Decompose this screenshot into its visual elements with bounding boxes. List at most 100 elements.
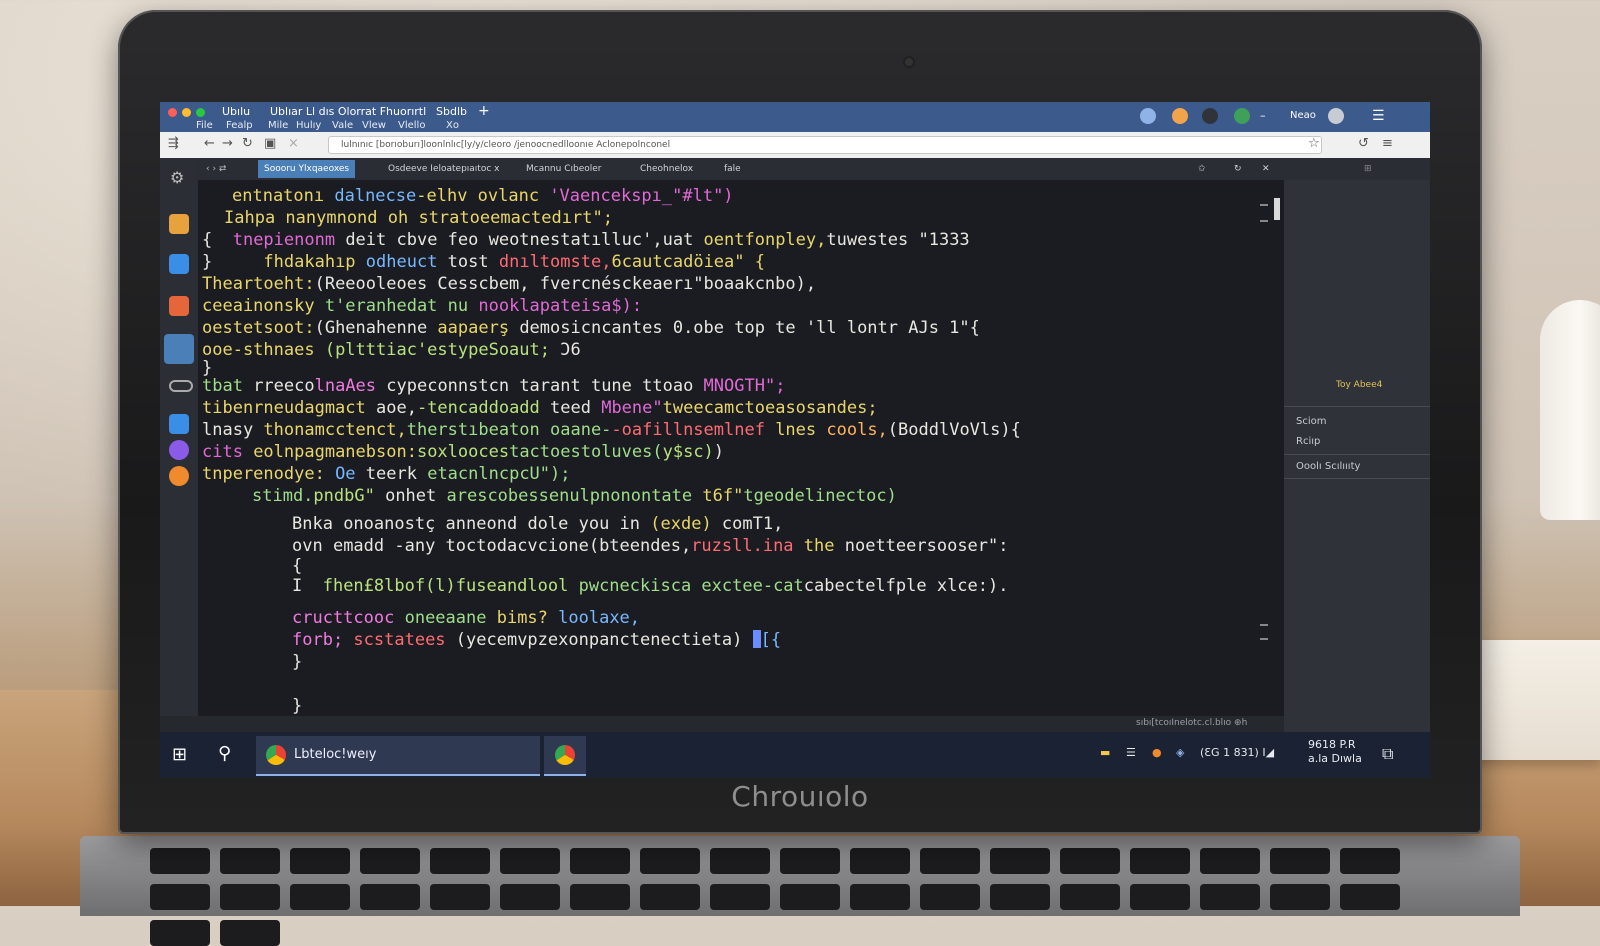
panel-item-3[interactable]: Ooolı Scılıııty [1296,461,1360,472]
code-line[interactable]: cits eolnpagmanebson:soxloocestactoestol… [202,442,724,462]
back-icon[interactable]: ← [204,136,215,151]
sync-icon[interactable] [1234,108,1250,124]
code-line[interactable]: Iahpa nanymnond oh stratoeemactedırt"; [224,208,613,228]
panel-item-2[interactable]: Rciıp [1296,436,1320,447]
menu-help[interactable]: Fealp [226,120,253,131]
menu-xo[interactable]: Xo [446,120,459,131]
code-line[interactable]: forb; scstatees (yecemvpzexonpanctenecti… [292,630,781,650]
code-token: oestetsoot: [202,318,315,338]
list-tray-icon[interactable]: ☰ [1126,746,1136,759]
pin-icon[interactable]: ✩ [1192,160,1212,178]
reload-icon[interactable]: ↻ [242,136,253,151]
tab-2[interactable]: Osdeeve Ieloatepıaıtoc x [382,160,505,178]
extension-icon[interactable] [1140,108,1156,124]
taskbar-browser-app[interactable]: Lbteloc!weıy [256,736,540,776]
code-token: tost [447,252,499,272]
tab-nav-arrows[interactable]: ‹ › ⇄ [200,160,232,178]
notification-icon[interactable]: ⧉ [1382,744,1393,764]
taskbar: ⊞ ⚲ Lbteloc!weıy ▬ ☰ ● ◈ (ƐG 1 831) I◢ 9… [160,732,1430,778]
code-line[interactable]: } [292,652,302,672]
window-tab-2[interactable]: Ublıar Ll dıs Olorrat Fhuorırtl [270,105,426,118]
home-icon[interactable]: ▣ [264,136,276,151]
accounts-icon[interactable] [169,466,189,486]
refresh-icon[interactable] [169,414,189,434]
git-icon[interactable] [164,334,194,364]
settings-icon[interactable]: ⚙ [170,168,184,187]
code-line[interactable]: cructtcooc oneeaane bims? loolaxe, [292,608,640,628]
extension-circle-icon[interactable] [169,440,189,460]
menu-hully[interactable]: Hulıy [296,120,321,131]
user-name[interactable]: Neao [1290,110,1316,121]
menu-vlello[interactable]: Vlello [398,120,425,131]
search-icon[interactable]: ⚲ [218,743,231,764]
code-line[interactable]: } [292,696,302,716]
new-tab-button[interactable]: + [478,103,490,119]
package-icon[interactable] [169,296,189,316]
code-line[interactable]: stimd.pndbG" onhet arescobessenulpnonont… [252,486,897,506]
panel-item-1[interactable]: Sciom [1296,416,1326,427]
tab-4[interactable]: Cheohnelox [634,160,699,178]
maximize-window-icon[interactable] [196,108,205,117]
chat-icon[interactable] [1202,108,1218,124]
close-window-icon[interactable] [168,108,177,117]
close-tab-icon[interactable]: ✕ [1256,160,1276,178]
code-token: ) [713,442,725,462]
network-tray-icon[interactable]: ◈ [1176,746,1184,759]
code-line[interactable]: } [202,358,212,378]
url-input[interactable]: lulnınıc [borıoburı]loonlnlıc[ly/y/cleor… [328,136,1322,154]
vase [1540,300,1600,520]
close-icon[interactable]: × [288,136,299,151]
hamburger-icon[interactable]: ≡ [1382,136,1393,151]
code-line[interactable]: Theartoeht:(Reeooleoes Cesscbem, fvercné… [202,274,816,294]
code-line[interactable]: lnasy thonamcctenct,therstıbeaton oaane-… [202,420,1021,440]
code-line[interactable]: I fhen£8lbof(l)fuseandlool pwcneckisca e… [292,576,1008,596]
code-line[interactable]: Bnka onoanostç anneond dole you in (exde… [292,514,783,534]
clock[interactable]: 9618 P.R a.la Dıwla [1308,738,1362,766]
code-line[interactable]: { tnepienonm deit cbve feo weotnestatıll… [202,230,970,250]
code-line[interactable]: { [292,556,302,576]
code-line[interactable]: tnperenodye: Oe teerk etacnlncpcU"); [202,464,571,484]
bookmark-star-icon[interactable]: ☆ [1308,136,1320,151]
window-tab-1[interactable]: Ubılu [222,105,250,118]
scrollbar-thumb[interactable] [1274,198,1280,220]
forward-icon[interactable]: → [222,136,233,151]
window-tab-3[interactable]: Sbdlb [436,105,467,118]
profile-icon[interactable] [1172,108,1188,124]
tray-status-text[interactable]: (ƐG 1 831) I◢ [1200,746,1274,759]
app-tray-icon[interactable]: ● [1152,746,1162,759]
cloud-icon[interactable] [169,380,193,392]
taskbar-chrome-pinned[interactable] [544,736,586,776]
menu-view[interactable]: Vlew [362,120,386,131]
code-editor[interactable]: entnatonı dalnecse-elhv ovlanc 'Vaenceks… [198,180,1284,732]
menu-vale[interactable]: Vale [332,120,353,131]
code-line[interactable]: ceeainonsky t'eranhedat nu nooklapateisa… [202,296,642,316]
sidebar-toggle-icon[interactable]: ⇶ [168,136,179,151]
code-line[interactable]: oestetsoot:(Ghenahenne aapaerş demosicnc… [202,318,980,338]
code-token: dnıltomste, [498,252,612,272]
split-icon[interactable]: ↻ [1228,160,1248,178]
share-icon[interactable] [169,254,189,274]
code-line[interactable]: tibenrneudagmact aoe,-tencaddoadd teed M… [202,398,878,418]
menu-file[interactable]: File [196,120,213,131]
code-token: } [202,358,213,378]
panel-menu-icon[interactable]: ⊞ [1358,160,1378,178]
minimize-window-icon[interactable] [182,108,191,117]
history-icon[interactable]: ↺ [1358,136,1369,151]
code-line[interactable]: tbat rreecolnaAes cypeconnstcn tarant tu… [202,376,785,396]
code-line[interactable]: entnatonı dalnecse-elhv ovlanc 'Vaenceks… [232,186,734,206]
tab-5[interactable]: fale [718,160,747,178]
folder-icon[interactable] [169,214,189,234]
panel-top-label[interactable]: Toy Abee4 [1336,380,1382,390]
user-avatar[interactable] [1328,108,1344,124]
notes-tray-icon[interactable]: ▬ [1100,746,1110,759]
menu-icon[interactable]: ☰ [1372,108,1385,124]
menu-mile[interactable]: Mile [268,120,288,131]
tab-1[interactable]: Soooru Ylxqaeoxes [258,160,356,178]
code-line[interactable]: } fhdakahıp odheuct tost dnıltomste,6cau… [202,252,765,272]
code-token: Iahpa nanymnond oh stratoeemactedırt"; [224,208,613,228]
tab-3[interactable]: Mcannu Cıbeoler [520,160,607,178]
code-line[interactable]: ovn emadd -any toctodacvcione(bteendes,r… [292,536,1009,556]
code-line[interactable]: ooe-sthnaes (pltttiac'estypeSoaut; Ɔ6 [202,340,581,360]
minimize-dash[interactable]: – [1260,109,1266,122]
start-icon[interactable]: ⊞ [172,744,187,765]
